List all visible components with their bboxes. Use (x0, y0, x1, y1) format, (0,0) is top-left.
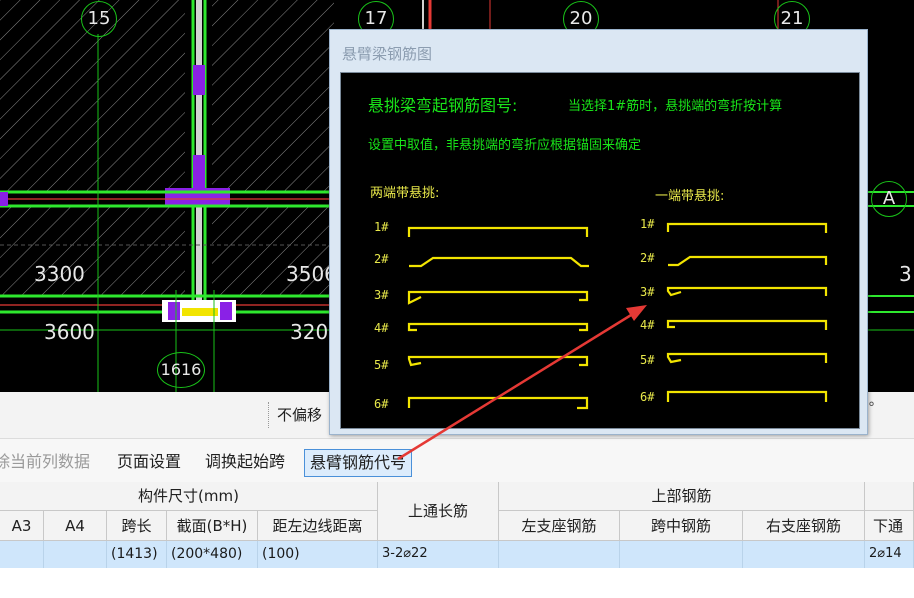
cell-dist-left[interactable]: (100) (258, 541, 378, 568)
rebar-shape-5-both (407, 355, 589, 367)
dim-3600: 3600 (44, 320, 95, 344)
rebar-shapes (407, 222, 828, 410)
clear-column-button[interactable]: 除当前列数据 (0, 449, 90, 475)
grid-toolbar: 除当前列数据 页面设置 调换起始跨 悬臂钢筋代号 (0, 438, 914, 483)
dialog-title: 悬臂梁钢筋图 (342, 45, 433, 63)
cell-bottom[interactable]: 2⌀14 (865, 541, 914, 568)
cell-a3[interactable] (0, 541, 44, 568)
rebar-shape-3-one (666, 286, 828, 297)
header-component-size: 构件尺寸(mm) (0, 482, 378, 511)
header-a3[interactable]: A3 (0, 511, 44, 541)
cell-section[interactable]: (200*480) (167, 541, 258, 568)
hatch-region (212, 0, 334, 192)
offset-option[interactable]: 不偏移 (277, 404, 322, 425)
axis-bubble-a: A (871, 181, 907, 217)
rebar-shape-4-both (407, 322, 589, 332)
cell-mid-span[interactable] (620, 541, 743, 568)
rebar-shape-2-one (668, 255, 828, 267)
swap-start-span-button[interactable]: 调换起始跨 (205, 449, 285, 475)
header-left-support[interactable]: 左支座钢筋 (499, 511, 620, 541)
header-section[interactable]: 截面(B*H) (167, 511, 258, 541)
cell-top-through[interactable]: 3-2⌀22 (378, 541, 499, 568)
one-end-shapes (666, 222, 828, 402)
rebar-shape-4-one (666, 319, 828, 330)
dim-3300: 3300 (34, 262, 85, 286)
rebar-shape-1-both (407, 226, 589, 237)
cantilever-rebar-code-button[interactable]: 悬臂钢筋代号 (304, 449, 413, 477)
axis-bubble-1616: 1616 (157, 352, 205, 388)
cell-span[interactable]: (1413) (107, 541, 167, 568)
cantilever-rebar-dialog[interactable]: 悬臂梁钢筋图 悬挑梁弯起钢筋图号: 当选择1#筋时，悬挑端的弯折按计算 设置中取… (329, 29, 868, 435)
header-top-through[interactable]: 上通长筋 (378, 482, 499, 541)
rebar-shape-6-both (407, 396, 589, 410)
axis-bubble-15: 15 (81, 1, 117, 37)
header-bottom[interactable]: 下通 (865, 511, 914, 541)
cell-right-support[interactable] (743, 541, 865, 568)
header-top-rebar: 上部钢筋 (499, 482, 865, 511)
header-blank (865, 482, 914, 511)
rebar-table: 构件尺寸(mm) 上通长筋 上部钢筋 A3 A4 跨长 截面(B*H) 距左边线… (0, 482, 914, 598)
rebar-shape-2-both (409, 256, 589, 268)
dim-320: 320 (290, 320, 329, 344)
header-a4[interactable]: A4 (44, 511, 107, 541)
dim-3: 3 (899, 262, 912, 286)
cell-a4[interactable] (44, 541, 107, 568)
page-setup-button[interactable]: 页面设置 (117, 449, 181, 475)
header-span[interactable]: 跨长 (107, 511, 167, 541)
degree-sign: ° (868, 400, 875, 416)
hatch-region (0, 206, 185, 296)
cell-left-support[interactable] (499, 541, 620, 568)
both-ends-shapes (407, 226, 589, 410)
header-dist-left[interactable]: 距左边线距离 (258, 511, 378, 541)
header-mid-span[interactable]: 跨中钢筋 (620, 511, 743, 541)
header-right-support[interactable]: 右支座钢筋 (743, 511, 865, 541)
rebar-diagram-panel: 悬挑梁弯起钢筋图号: 当选择1#筋时，悬挑端的弯折按计算 设置中取值，非悬挑端的… (340, 72, 860, 429)
rebar-shape-6-one (666, 390, 828, 402)
rebar-shape-1-one (666, 222, 828, 233)
rebar-shape-3-both (407, 290, 589, 305)
rebar-shape-5-one (666, 352, 828, 364)
